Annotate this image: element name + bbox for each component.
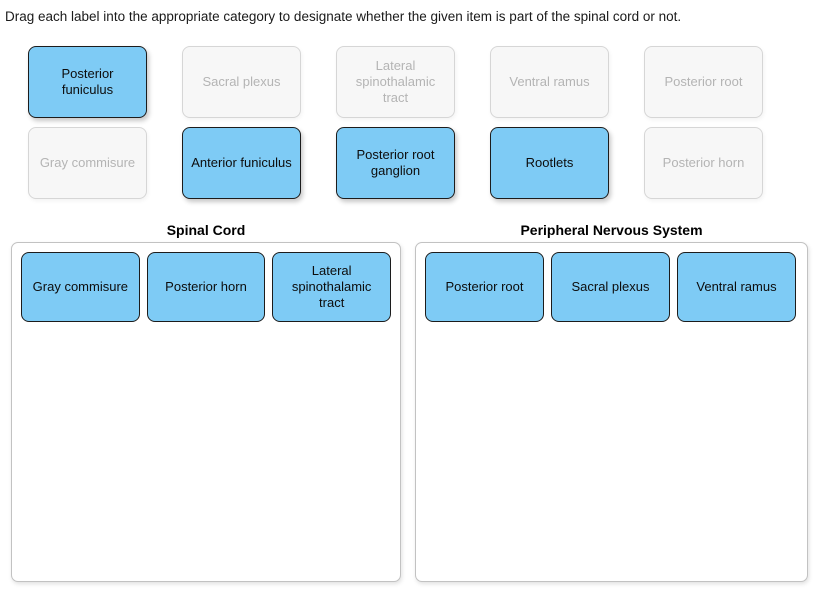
tile-label: Ventral ramus (696, 279, 777, 294)
category-title-peripheral-nervous-system: Peripheral Nervous System (520, 222, 703, 238)
tile-label: Lateral spinothalamic tract (291, 263, 372, 310)
draggable-tile-ventral-ramus: Ventral ramus (490, 46, 609, 118)
draggable-tile-gray-commisure: Gray commisure (28, 127, 147, 199)
tile-label: Anterior funiculus (191, 155, 292, 170)
tile-label: Sacral plexus (571, 279, 650, 294)
dropped-tile-list: Gray commisure Posterior horn Lateral sp… (21, 252, 392, 322)
draggable-tile-rootlets[interactable]: Rootlets (490, 127, 609, 199)
tile-label: Posterior horn (165, 279, 247, 294)
instruction-text: Drag each label into the appropriate cat… (5, 9, 682, 24)
draggable-tile-posterior-funiculus[interactable]: Posterior funiculus (28, 46, 147, 118)
category-title-spinal-cord: Spinal Cord (166, 222, 246, 238)
tile-bank: Posterior funiculus Sacral plexus Latera… (0, 40, 821, 210)
dropped-tile-posterior-horn[interactable]: Posterior horn (146, 252, 266, 322)
tile-label: Rootlets (525, 155, 574, 170)
drop-area-peripheral-nervous-system[interactable]: Posterior root Sacral plexus Ventral ram… (415, 242, 808, 582)
draggable-tile-posterior-horn: Posterior horn (644, 127, 763, 199)
dropped-tile-gray-commisure[interactable]: Gray commisure (21, 252, 140, 322)
dropped-tile-sacral-plexus[interactable]: Sacral plexus (551, 252, 670, 322)
tile-label: Gray commisure (32, 279, 129, 294)
dropped-tile-list: Posterior root Sacral plexus Ventral ram… (425, 252, 798, 322)
draggable-tile-posterior-root-ganglion[interactable]: Posterior root ganglion (336, 127, 455, 199)
tile-label: Lateral spinothalamic tract (355, 58, 436, 105)
dropped-tile-posterior-root[interactable]: Posterior root (425, 252, 544, 322)
draggable-tile-posterior-root: Posterior root (644, 46, 763, 118)
tile-label: Posterior root (664, 74, 743, 89)
draggable-tile-lateral-spinothalamic-tract: Lateral spinothalamic tract (336, 46, 455, 118)
tile-label: Posterior horn (662, 155, 745, 170)
tile-bank-row: Gray commisure Anterior funiculus Poster… (0, 127, 821, 207)
tile-label: Sacral plexus (202, 74, 281, 89)
category-zone-peripheral-nervous-system: Peripheral Nervous System Posterior root… (415, 222, 808, 582)
tile-label: Posterior funiculus (61, 66, 114, 97)
category-zone-spinal-cord: Spinal Cord Gray commisure Posterior hor… (11, 222, 401, 582)
tile-bank-row: Posterior funiculus Sacral plexus Latera… (0, 46, 821, 126)
tile-label: Posterior root ganglion (356, 147, 435, 178)
tile-label: Ventral ramus (509, 74, 590, 89)
tile-label: Posterior root (445, 279, 524, 294)
draggable-tile-sacral-plexus: Sacral plexus (182, 46, 301, 118)
category-drop-zones: Spinal Cord Gray commisure Posterior hor… (0, 222, 821, 592)
tile-label: Gray commisure (39, 155, 136, 170)
drop-area-spinal-cord[interactable]: Gray commisure Posterior horn Lateral sp… (11, 242, 401, 582)
dropped-tile-lateral-spinothalamic-tract[interactable]: Lateral spinothalamic tract (272, 252, 392, 322)
dropped-tile-ventral-ramus[interactable]: Ventral ramus (677, 252, 796, 322)
draggable-tile-anterior-funiculus[interactable]: Anterior funiculus (182, 127, 301, 199)
